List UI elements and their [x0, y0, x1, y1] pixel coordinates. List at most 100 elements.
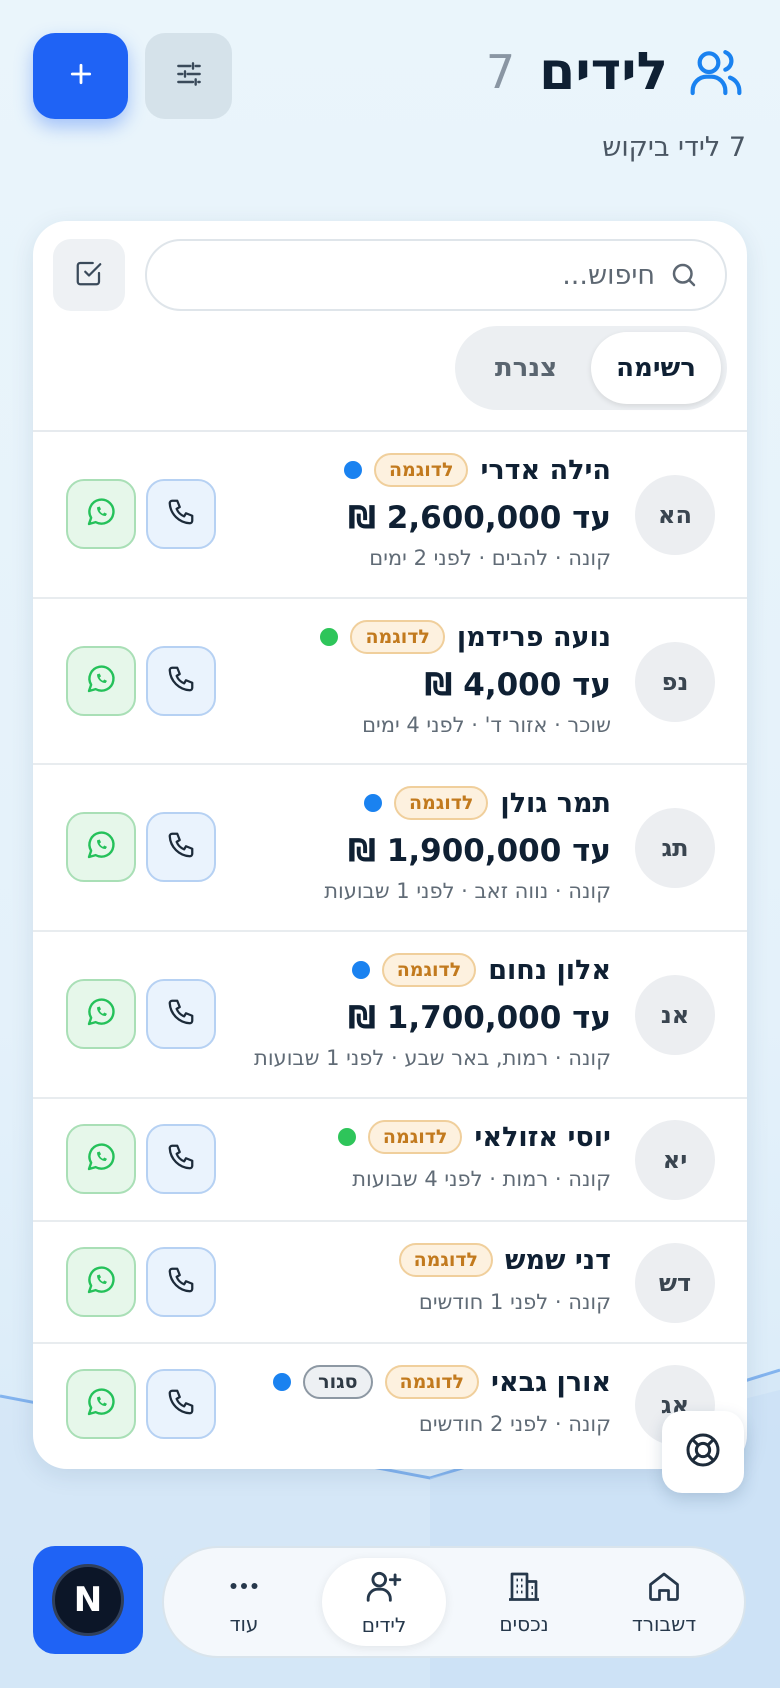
lead-row[interactable]: דש דני שמש לדוגמה קונה · לפני 1 חודשים [33, 1222, 747, 1344]
call-button[interactable] [146, 479, 216, 549]
status-dot [343, 461, 362, 479]
lead-name: אלון נחום [488, 954, 611, 986]
tab-list[interactable]: רשימה [591, 332, 721, 404]
whatsapp-icon [85, 996, 117, 1032]
lead-budget: עד 1,900,000 ₪ [347, 833, 611, 869]
whatsapp-icon [85, 1264, 117, 1300]
lead-row[interactable]: הא הילה אדרי לדוגמה עד 2,600,000 ₪ קונה … [33, 432, 747, 599]
lead-row[interactable]: תג תמר גולן לדוגמה עד 1,900,000 ₪ קונה ·… [33, 765, 747, 932]
search-box[interactable] [145, 239, 727, 311]
lead-budget: עד 4,000 ₪ [424, 667, 611, 703]
lead-info: דני שמש לדוגמה קונה · לפני 1 חודשים [398, 1240, 611, 1314]
whatsapp-button[interactable] [66, 1124, 136, 1194]
lead-count: 7 [485, 45, 516, 99]
sliders-icon [173, 58, 205, 94]
users-icon [686, 42, 746, 102]
call-button[interactable] [146, 1124, 216, 1194]
phone-icon [166, 830, 196, 864]
page-title: לידים [539, 42, 668, 102]
checkbox-icon [74, 258, 104, 292]
brand-button[interactable]: N [33, 1546, 143, 1654]
status-dot [320, 628, 339, 646]
lead-name: אורן גבאי [491, 1366, 611, 1398]
lead-meta: קונה · רמות, באר שבע · לפני 1 שבועות [254, 1046, 611, 1070]
call-button[interactable] [146, 1369, 216, 1439]
lead-budget: עד 1,700,000 ₪ [347, 1000, 611, 1036]
status-dot [363, 794, 382, 812]
lead-row[interactable]: יא יוסי אזולאי לדוגמה קונה · רמות · לפני… [33, 1099, 747, 1222]
tab-pipeline[interactable]: צנרת [461, 332, 591, 404]
lead-meta: קונה · להבים · לפני 2 ימים [369, 546, 611, 570]
sample-badge: לדוגמה [398, 1243, 494, 1277]
avatar: יא [635, 1120, 715, 1200]
filter-button[interactable] [145, 33, 232, 119]
sample-badge: לדוגמה [367, 1120, 463, 1154]
nav-label: עוד [229, 1612, 259, 1636]
avatar: תג [635, 808, 715, 888]
search-input[interactable] [175, 259, 655, 291]
search-icon [669, 260, 699, 290]
whatsapp-button[interactable] [66, 479, 136, 549]
nav-dashboard[interactable]: דשבורד [602, 1558, 726, 1646]
avatar: נפ [635, 642, 715, 722]
phone-icon [166, 1387, 196, 1421]
whatsapp-icon [85, 663, 117, 699]
call-button[interactable] [146, 812, 216, 882]
whatsapp-button[interactable] [66, 646, 136, 716]
phone-icon [166, 1265, 196, 1299]
lead-info: אורן גבאי לדוגמה סגור קונה · לפני 2 חודש… [273, 1362, 611, 1436]
status-dot [273, 1373, 292, 1391]
page-subtitle: 7 לידי ביקוש [602, 132, 746, 163]
call-button[interactable] [146, 1247, 216, 1317]
lead-meta: קונה · לפני 1 חודשים [418, 1290, 611, 1314]
lifebuoy-icon [683, 1430, 723, 1474]
sample-badge: לדוגמה [384, 1365, 480, 1399]
leads-card: רשימה צנרת הא הילה אדרי לדוגמה עד 2,600,… [33, 221, 747, 1469]
lead-name: הילה אדרי [480, 454, 611, 486]
whatsapp-button[interactable] [66, 1369, 136, 1439]
whatsapp-button[interactable] [66, 979, 136, 1049]
whatsapp-button[interactable] [66, 1247, 136, 1317]
add-lead-button[interactable] [33, 33, 128, 119]
nav-more[interactable]: עוד [182, 1558, 306, 1646]
whatsapp-button[interactable] [66, 812, 136, 882]
phone-icon [166, 1142, 196, 1176]
lead-info: יוסי אזולאי לדוגמה קונה · רמות · לפני 4 … [337, 1117, 611, 1191]
title-row: לידים 7 [486, 42, 746, 102]
phone-icon [166, 997, 196, 1031]
nav-properties[interactable]: נכסים [462, 1558, 586, 1646]
lead-row[interactable]: אג אורן גבאי לדוגמה סגור קונה · לפני 2 ח… [33, 1344, 747, 1469]
whatsapp-icon [85, 829, 117, 865]
lead-info: אלון נחום לדוגמה עד 1,700,000 ₪ קונה · ר… [254, 950, 611, 1070]
status-dot [337, 1128, 356, 1146]
home-icon [646, 1568, 682, 1608]
avatar: דש [635, 1243, 715, 1323]
lead-name: יוסי אזולאי [474, 1121, 611, 1153]
brand-logo: N [52, 1564, 124, 1636]
phone-icon [166, 497, 196, 531]
lead-row[interactable]: אנ אלון נחום לדוגמה עד 1,700,000 ₪ קונה … [33, 932, 747, 1099]
multi-select-button[interactable] [53, 239, 125, 311]
phone-icon [166, 664, 196, 698]
call-button[interactable] [146, 979, 216, 1049]
lead-info: הילה אדרי לדוגמה עד 2,600,000 ₪ קונה · ל… [343, 450, 611, 570]
whatsapp-icon [85, 496, 117, 532]
call-button[interactable] [146, 646, 216, 716]
avatar: הא [635, 475, 715, 555]
view-toggle: רשימה צנרת [455, 326, 727, 410]
nav-label: דשבורד [631, 1612, 697, 1636]
sample-badge: לדוגמה [393, 786, 489, 820]
whatsapp-icon [85, 1386, 117, 1422]
status-dot [351, 961, 370, 979]
sample-badge: לדוגמה [381, 953, 477, 987]
sample-badge: לדוגמה [350, 620, 445, 654]
sample-badge: לדוגמה [373, 453, 469, 487]
lead-name: דני שמש [505, 1244, 611, 1276]
closed-badge: סגור [303, 1365, 373, 1399]
lead-name: תמר גולן [500, 787, 611, 819]
nav-leads[interactable]: לידים [322, 1558, 446, 1646]
lead-row[interactable]: נפ נועה פרידמן לדוגמה עד 4,000 ₪ שוכר · … [33, 599, 747, 765]
more-icon [226, 1568, 262, 1608]
building-icon [506, 1568, 542, 1608]
help-button[interactable] [662, 1411, 744, 1493]
